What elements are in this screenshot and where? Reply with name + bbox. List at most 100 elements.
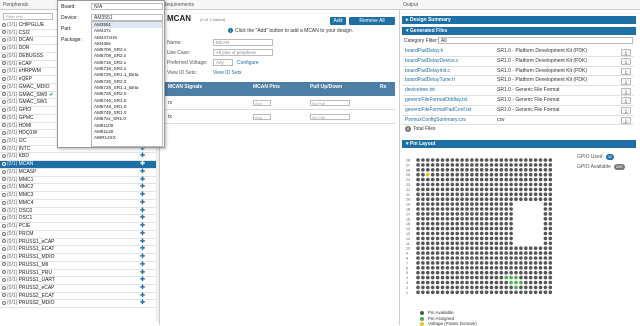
pin[interactable]	[435, 177, 440, 182]
pin[interactable]	[440, 163, 445, 167]
pin[interactable]	[494, 202, 499, 206]
pin[interactable]	[479, 280, 484, 285]
pin[interactable]	[475, 182, 479, 187]
pin[interactable]	[430, 197, 435, 201]
pin[interactable]	[489, 275, 494, 280]
pin[interactable]	[450, 236, 455, 241]
pin[interactable]	[445, 221, 450, 226]
pin[interactable]	[465, 197, 469, 201]
pin[interactable]	[426, 270, 430, 275]
pin[interactable]	[519, 158, 523, 162]
pin[interactable]	[524, 172, 528, 177]
pin[interactable]	[416, 226, 420, 231]
pin[interactable]	[519, 290, 523, 295]
pin[interactable]	[499, 280, 504, 285]
pin[interactable]	[445, 202, 450, 206]
pin[interactable]	[470, 158, 474, 162]
pin[interactable]	[494, 266, 499, 270]
pin[interactable]	[416, 231, 420, 236]
pin[interactable]	[538, 182, 543, 187]
pin[interactable]	[519, 192, 523, 197]
pin[interactable]	[426, 197, 430, 201]
pin[interactable]	[426, 192, 430, 197]
pin[interactable]	[475, 217, 479, 221]
pin[interactable]	[440, 290, 445, 295]
pin[interactable]	[524, 285, 528, 290]
pin[interactable]	[470, 168, 474, 172]
pin[interactable]	[484, 266, 489, 270]
pin[interactable]	[509, 226, 513, 231]
pin[interactable]	[421, 187, 425, 192]
pin[interactable]	[499, 187, 504, 192]
pin[interactable]	[504, 192, 508, 197]
pin[interactable]	[484, 212, 489, 216]
pin[interactable]	[475, 207, 479, 211]
pin[interactable]	[470, 246, 474, 250]
pin[interactable]	[548, 207, 553, 211]
pin[interactable]	[479, 285, 484, 290]
pin[interactable]	[543, 226, 548, 231]
pin[interactable]	[416, 270, 420, 275]
pin[interactable]	[524, 168, 528, 172]
pin[interactable]	[543, 207, 548, 211]
pin[interactable]	[416, 241, 420, 246]
pin[interactable]	[455, 217, 459, 221]
pin[interactable]	[499, 231, 504, 236]
pin[interactable]	[519, 266, 523, 270]
pin[interactable]	[514, 158, 518, 162]
pin[interactable]	[528, 192, 533, 197]
pin[interactable]	[465, 221, 469, 226]
pin[interactable]	[489, 246, 494, 250]
pin[interactable]	[489, 221, 494, 226]
board-select[interactable]: N/A	[91, 3, 163, 10]
file-name-link[interactable]: boardPadDelayInit.c	[405, 67, 450, 77]
pin[interactable]	[538, 251, 543, 255]
add-peripheral-icon[interactable]: ✚	[140, 223, 145, 231]
pin[interactable]	[435, 251, 440, 255]
pin[interactable]	[509, 290, 513, 295]
pin[interactable]	[455, 192, 459, 197]
file-name-link[interactable]: boardPadDelay.h	[405, 47, 443, 57]
pin[interactable]	[465, 182, 469, 187]
pin[interactable]	[494, 251, 499, 255]
pin[interactable]	[494, 172, 499, 177]
pin[interactable]	[489, 266, 494, 270]
pin[interactable]	[489, 236, 494, 241]
pin[interactable]	[421, 266, 425, 270]
pin[interactable]	[475, 163, 479, 167]
pin[interactable]	[504, 177, 508, 182]
pin[interactable]	[533, 163, 538, 167]
peripheral-item[interactable]: (0/1) MMC4 ✚	[0, 200, 157, 208]
add-peripheral-icon[interactable]: ✚	[140, 254, 145, 262]
pin[interactable]	[524, 275, 528, 280]
pin[interactable]	[470, 290, 474, 295]
pin[interactable]	[426, 290, 430, 295]
pin[interactable]	[450, 207, 455, 211]
pin[interactable]	[460, 236, 464, 241]
pin[interactable]	[455, 290, 459, 295]
pin[interactable]	[475, 261, 479, 265]
pin[interactable]	[430, 172, 435, 177]
pin[interactable]	[465, 246, 469, 250]
pin[interactable]	[460, 221, 464, 226]
pin[interactable]	[470, 285, 474, 290]
pin[interactable]	[524, 261, 528, 265]
pin[interactable]	[435, 202, 440, 206]
pin[interactable]	[489, 168, 494, 172]
pin[interactable]	[479, 256, 484, 260]
pin[interactable]	[455, 158, 459, 162]
pin[interactable]	[499, 270, 504, 275]
peripheral-item[interactable]: (0/1) PRCM ✚	[0, 231, 157, 239]
pin[interactable]	[479, 270, 484, 275]
pin[interactable]	[479, 158, 484, 162]
pin[interactable]	[416, 246, 420, 250]
pin[interactable]	[426, 261, 430, 265]
pin[interactable]	[499, 172, 504, 177]
pin[interactable]	[479, 192, 484, 197]
pin[interactable]	[543, 172, 548, 177]
pin[interactable]	[484, 270, 489, 275]
pin[interactable]	[479, 231, 484, 236]
pin[interactable]	[450, 221, 455, 226]
pin[interactable]	[504, 236, 508, 241]
pin[interactable]	[475, 172, 479, 177]
